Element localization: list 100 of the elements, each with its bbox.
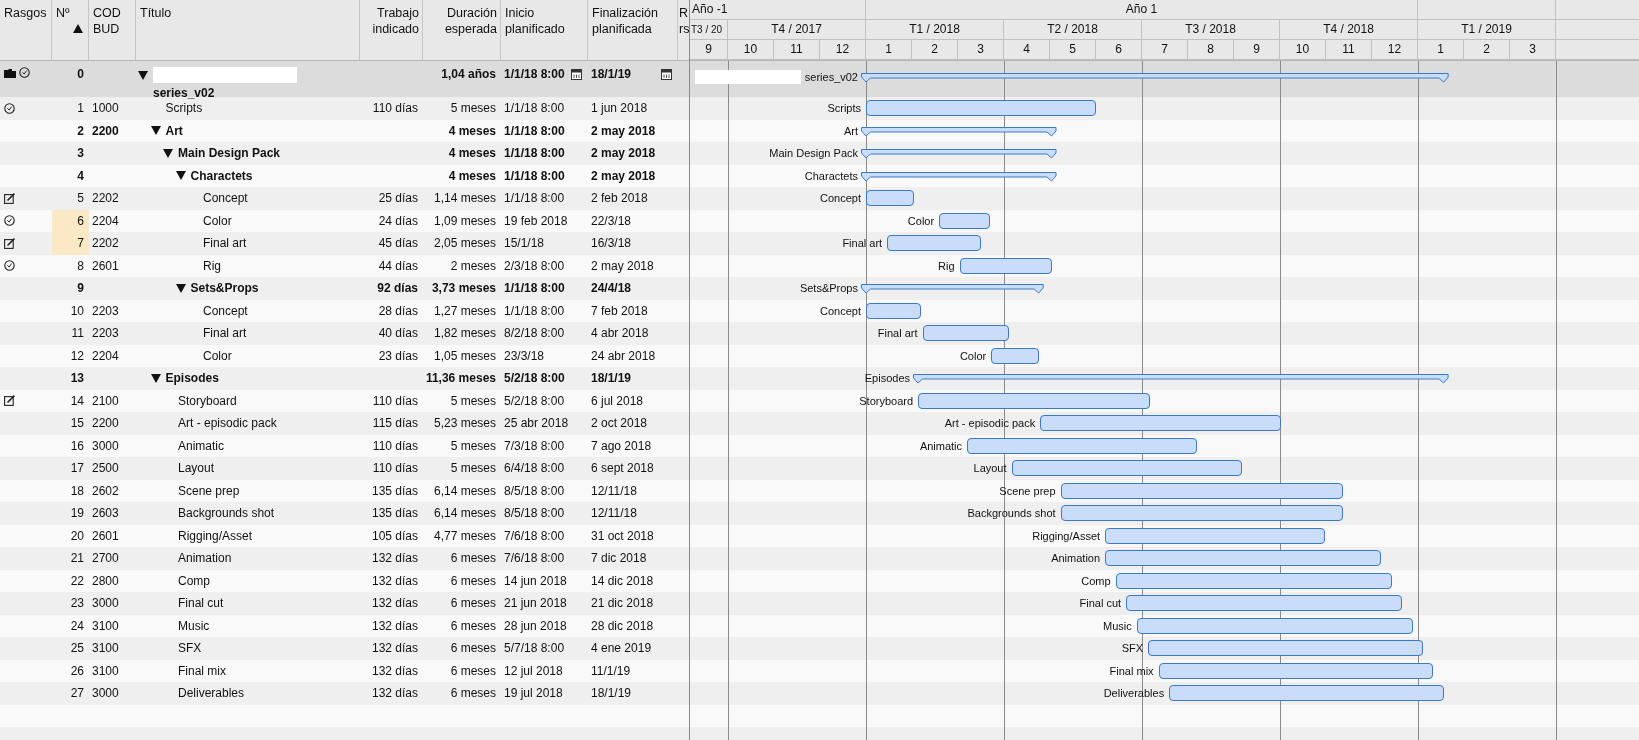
- calendar-icon[interactable]: [661, 68, 672, 80]
- start-date: 7/6/18 8:00: [504, 528, 565, 543]
- start-date: 1/1/18 8:00: [504, 146, 565, 161]
- work-value: 135 días: [371, 506, 418, 521]
- task-bar[interactable]: [1060, 505, 1343, 522]
- budget-code: 2601: [92, 258, 119, 273]
- start-date: 28 jun 2018: [504, 618, 567, 633]
- summary-bar[interactable]: [861, 73, 1449, 83]
- finish-date: 24 abr 2018: [591, 348, 656, 363]
- finish-date: 18/1/19: [591, 371, 632, 386]
- column-header[interactable]: Nº: [52, 0, 89, 60]
- expand-triangle-icon[interactable]: [150, 126, 161, 136]
- duration-value: 1,04 años: [441, 67, 496, 81]
- table-row[interactable]: 17 2500 Layout 110 días 5 meses 6/4/18 8:00 6 sept 2018: [0, 457, 689, 480]
- table-row[interactable]: 5 2202 Concept 25 días 1,14 meses 1/1/18 8:00 2 feb 2018: [0, 187, 689, 210]
- table-row[interactable]: 27 3000 Deliverables 132 días 6 meses 19 jul 2018 18/1/19: [0, 682, 689, 705]
- start-date: 8/5/18 8:00: [504, 483, 565, 498]
- duration-value: 6 meses: [450, 686, 496, 701]
- summary-bar[interactable]: [913, 374, 1449, 385]
- task-bar[interactable]: [1169, 685, 1444, 702]
- start-date: 1/1/18 8:00: [504, 101, 565, 116]
- task-title: Comp: [178, 573, 210, 588]
- bar-label: Charactets: [804, 169, 858, 182]
- task-title: Animation: [178, 551, 232, 566]
- month-header: 6: [1096, 40, 1142, 59]
- table-row[interactable]: 25 3100 SFX 132 días 6 meses 5/7/18 8:00 4 ene 2019: [0, 637, 689, 660]
- work-value: 105 días: [371, 528, 418, 543]
- column-header[interactable]: Rasgos: [0, 0, 52, 60]
- task-bar[interactable]: [887, 235, 981, 252]
- bar-label: Sets&Props: [799, 282, 858, 295]
- expand-triangle-icon[interactable]: [138, 70, 148, 80]
- duration-value: 6 meses: [450, 618, 496, 633]
- task-bar[interactable]: [1040, 415, 1282, 432]
- task-title: Music: [178, 618, 210, 633]
- table-row[interactable]: 19 2603 Backgrounds shot 135 días 6,14 meses 8/5/18 8:00 12/11/18: [0, 502, 689, 525]
- column-header[interactable]: Inicio planificado: [501, 0, 588, 60]
- column-header[interactable]: Título: [136, 0, 360, 60]
- column-header[interactable]: R rs: [678, 0, 689, 60]
- task-title: Rigging/Asset: [178, 528, 253, 543]
- task-bar[interactable]: [866, 190, 914, 207]
- month-header: 8: [1188, 40, 1234, 59]
- task-number: 2: [77, 123, 84, 138]
- duration-value: 2,05 meses: [433, 236, 496, 251]
- duration-value: 1,27 meses: [433, 303, 496, 318]
- month-header: 10: [1280, 40, 1326, 59]
- task-number: 19: [70, 506, 84, 521]
- budget-code: 2602: [92, 483, 119, 498]
- expand-triangle-icon[interactable]: [175, 171, 186, 181]
- finish-date: 11/1/19: [591, 663, 631, 678]
- budget-code: 2203: [92, 303, 119, 318]
- finish-date: 2 feb 2018: [591, 191, 648, 206]
- task-number: 4: [77, 168, 84, 183]
- work-value: 25 días: [378, 191, 418, 206]
- table-row[interactable]: 15 2200 Art - episodic pack 115 días 5,23 meses 25 abr 2018 2 oct 2018: [0, 412, 689, 435]
- quarter-header: T3 / 2018: [1142, 20, 1280, 39]
- expand-triangle-icon[interactable]: [163, 148, 173, 158]
- task-title: Main Design Pack: [178, 146, 281, 161]
- column-header[interactable]: Finalización planificada: [588, 0, 678, 60]
- expand-triangle-icon[interactable]: [175, 283, 186, 293]
- table-row[interactable]: 9 Sets&Props 92 días 3,73 meses 1/1/18 8:00 24/4/18: [0, 277, 689, 300]
- work-value: 110 días: [372, 438, 418, 453]
- task-title: Episodes: [165, 371, 219, 386]
- table-row[interactable]: 21 2700 Animation 132 días 6 meses 7/6/18 8:00 7 dic 2018: [0, 547, 689, 570]
- task-number: 9: [77, 281, 84, 296]
- finish-date: 4 ene 2019: [591, 641, 652, 656]
- task-title: Final mix: [178, 663, 226, 678]
- bar-label: Layout: [973, 462, 1007, 475]
- column-header[interactable]: Duración esperada: [423, 0, 501, 60]
- bar-label: series_v02: [804, 71, 858, 83]
- duration-value: 5 meses: [450, 101, 496, 116]
- summary-bar[interactable]: [861, 171, 1057, 182]
- bar-label: Deliverables: [1103, 687, 1165, 700]
- task-bar[interactable]: [866, 100, 1096, 117]
- summary-bar[interactable]: [861, 149, 1057, 160]
- table-row[interactable]: 1 1000 Scripts 110 días 5 meses 1/1/18 8:00 1 jun 2018: [0, 97, 689, 120]
- expand-triangle-icon[interactable]: [150, 373, 161, 383]
- summary-bar[interactable]: [861, 126, 1057, 137]
- bar-label: Final mix: [1109, 664, 1154, 677]
- calendar-icon[interactable]: [571, 68, 582, 80]
- month-header: 3: [958, 40, 1004, 59]
- table-row[interactable]: 11 2203 Final art 40 días 1,82 meses 8/2/18 8:00 4 abr 2018: [0, 322, 689, 345]
- table-row[interactable]: 13 Episodes 11,36 meses 5/2/18 8:00 18/1/19: [0, 367, 689, 390]
- finish-date: 6 sept 2018: [591, 461, 654, 476]
- column-header[interactable]: Trabajo indicado: [360, 0, 423, 60]
- table-row[interactable]: 7 2202 Final art 45 días 2,05 meses 15/1/18 16/3/18: [0, 232, 689, 255]
- table-row[interactable]: 3 Main Design Pack 4 meses 1/1/18 8:00 2 may 2018: [0, 142, 689, 165]
- column-header[interactable]: COD BUD: [89, 0, 136, 60]
- task-bar[interactable]: [1126, 595, 1403, 612]
- table-row[interactable]: 0 series_v02 1,04 años 1/1/18 8:00 18/1/19: [0, 61, 689, 97]
- task-bar[interactable]: [1148, 640, 1423, 657]
- task-bar[interactable]: [1105, 550, 1382, 567]
- duration-value: 5 meses: [450, 461, 496, 476]
- duration-value: 11,36 meses: [425, 371, 496, 386]
- duration-value: 1,82 meses: [433, 326, 496, 341]
- budget-code: 2200: [92, 416, 119, 431]
- start-date: 12 jul 2018: [504, 663, 563, 678]
- task-bar[interactable]: [922, 325, 1009, 342]
- summary-bar[interactable]: [861, 284, 1044, 295]
- task-bar[interactable]: [1011, 460, 1242, 477]
- table-row[interactable]: 23 3000 Final cut 132 días 6 meses 21 jun 2018 21 dic 2018: [0, 592, 689, 615]
